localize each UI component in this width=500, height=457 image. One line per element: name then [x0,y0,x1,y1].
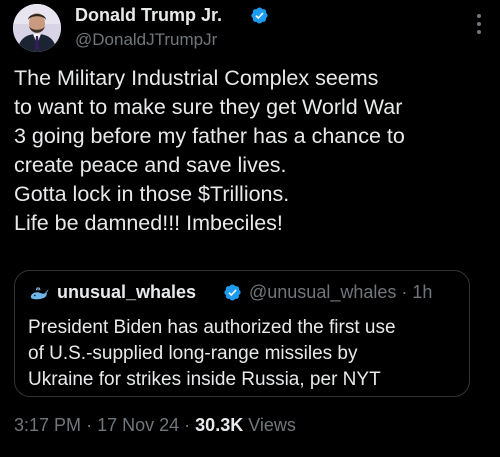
quote-meta: @unusual_whales · 1h [249,282,432,303]
tweet-text-line: to want to make sure they get World War [14,95,403,119]
author-avatar[interactable] [13,4,61,52]
quote-time[interactable]: 1h [412,282,432,302]
tweet-text-line: create peace and save lives. [14,153,287,177]
views-count: 30.3K [195,415,244,435]
views-label: Views [248,415,296,435]
tweet-text-line: Gotta lock in those $Trillions. [14,182,290,206]
tweet-text: The Military Industrial Complex seems to… [14,64,496,238]
tweet-date[interactable]: 17 Nov 24 [97,415,179,435]
verified-badge-icon[interactable] [223,283,242,302]
separator-dot: · [184,415,191,435]
author-display-name[interactable]: Donald Trump Jr. [75,5,222,26]
tweet-footer: 3:17 PM · 17 Nov 24 · 30.3K Views [14,415,296,436]
quoted-tweet-card[interactable]: unusual_whales @unusual_whales · 1h Pres… [14,270,470,397]
tweet: Donald Trump Jr. @DonaldJTrumpJr The Mil… [0,0,500,457]
quote-text: President Biden has authorized the first… [28,315,464,393]
quote-text-line: Ukraine for strikes inside Russia, per N… [28,369,381,390]
avatar-image [13,4,61,52]
tweet-text-line: 3 going before my father has a chance to [14,124,405,148]
tweet-text-line: The Military Industrial Complex seems [14,66,379,90]
quote-text-line: of U.S.-supplied long-range missiles by [28,343,358,364]
separator-dot: · [86,415,93,435]
separator-dot: · [401,282,408,302]
quote-handle[interactable]: @unusual_whales [249,282,396,302]
author-handle[interactable]: @DonaldJTrumpJr [75,30,217,50]
verified-badge-icon[interactable] [250,6,269,25]
more-options-icon[interactable] [476,14,482,34]
quote-display-name[interactable]: unusual_whales [57,282,196,303]
tweet-time[interactable]: 3:17 PM [14,415,81,435]
quote-text-line: President Biden has authorized the first… [28,317,396,338]
whale-avatar-icon [30,287,49,300]
tweet-text-line: Life be damned!!! Imbeciles! [14,211,283,235]
